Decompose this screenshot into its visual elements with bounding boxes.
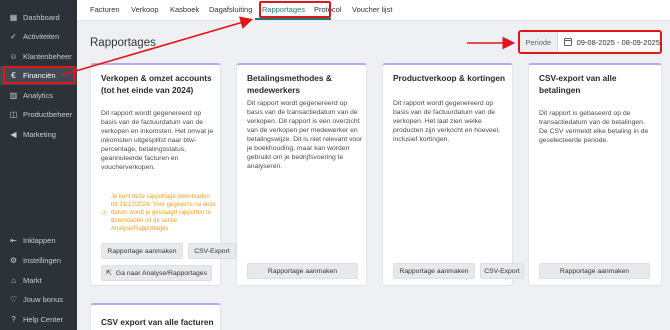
create-report-button[interactable]: Rapportage aanmaken [539, 263, 650, 279]
external-link-icon: ⇱ [106, 270, 112, 277]
card-description: Dit rapport wordt gegenereerd op basis v… [247, 100, 363, 170]
calendar-icon [563, 38, 572, 46]
grid-icon: ▦ [9, 13, 18, 22]
sidebar-item-label: Markt [23, 276, 42, 285]
sidebar-item-label: Dashboard [23, 13, 60, 22]
sidebar-item-label: Productbeheer [23, 110, 73, 119]
user-icon: ☺ [9, 52, 18, 61]
gear-icon: ⚙ [9, 256, 18, 265]
heart-icon: ♡ [9, 295, 18, 304]
card-title: CSV-export van alle betalingen [539, 73, 617, 95]
tab-kasboek[interactable]: Kasboek [170, 0, 199, 20]
sidebar-item-label: Instellingen [23, 256, 61, 265]
sidebar-item-marketing[interactable]: ◀ Marketing [0, 125, 77, 144]
period-value-display[interactable]: 09-08-2025 - 08-09-2025 [558, 38, 660, 47]
card-title: CSV export van alle facturen [101, 317, 214, 327]
csv-export-button[interactable]: CSV-Export [188, 243, 236, 259]
csv-export-button[interactable]: CSV-Export [480, 263, 524, 279]
sidebar-item-financien[interactable]: € Financiën [0, 66, 77, 85]
sidebar-item-label: Jouw bonus [23, 295, 64, 304]
sidebar-item-label: Help Center [23, 315, 64, 324]
sidebar-item-inklappen[interactable]: ⇤ Inklappen [0, 231, 77, 250]
tab-verkoop[interactable]: Verkoop [131, 0, 159, 20]
sidebar-item-label: Financiën [23, 71, 56, 80]
report-card-csv-betalingen: CSV-export van alle betalingen Dit rappo… [528, 63, 662, 286]
card-title: Betalingsmethodes & medewerkers [247, 73, 332, 95]
sidebar-item-label: Klantenbeheer [23, 52, 72, 61]
active-tab-indicator [255, 18, 331, 20]
sidebar-item-markt[interactable]: ⌂ Markt [0, 271, 77, 290]
report-card-betalingsmethodes: Betalingsmethodes & medewerkers Dit rapp… [236, 63, 367, 286]
sidebar-item-klantenbeheer[interactable]: ☺ Klantenbeheer [0, 47, 77, 66]
create-report-button[interactable]: Rapportage aanmaken [101, 243, 183, 259]
card-warning: Je kunt deze rapportage downloaden tot 3… [111, 194, 216, 232]
annotation-highlight-rapportages [259, 1, 331, 18]
euro-icon: € [11, 71, 16, 80]
create-report-button[interactable]: Rapportage aanmaken [393, 263, 475, 279]
sidebar-item-label: Inklappen [23, 236, 56, 245]
report-card-productverkoop: Productverkoop & kortingen Dit rapport w… [382, 63, 524, 286]
sidebar-item-help-center[interactable]: ? Help Center [0, 310, 77, 329]
sidebar-item-productbeheer[interactable]: ◫ Productbeheer [0, 105, 77, 124]
sidebar: ▦ Dashboard ✓ Activiteiten ☺ Klantenbehe… [0, 0, 77, 330]
megaphone-icon: ◀ [10, 130, 17, 139]
sidebar-item-dashboard[interactable]: ▦ Dashboard [0, 8, 77, 27]
go-to-analytics-button[interactable]: ⇱ Ga naar Analyse/Rapportages [101, 265, 212, 281]
period-label: Periode [520, 32, 558, 52]
chart-icon: ▥ [9, 91, 18, 100]
sidebar-item-label: Activiteiten [23, 32, 60, 41]
activity-icon: ✓ [10, 32, 17, 41]
report-card-verkopen-omzet: Verkopen & omzet accounts (tot het einde… [90, 63, 236, 286]
create-report-button[interactable]: Rapportage aanmaken [247, 263, 358, 279]
shop-icon: ⌂ [11, 276, 16, 285]
collapse-icon: ⇤ [10, 236, 17, 245]
button-label: Ga naar Analyse/Rapportages [115, 269, 207, 277]
tab-voucher-lijst[interactable]: Voucher lijst [352, 0, 392, 20]
help-icon: ? [11, 315, 16, 324]
tab-bar: Facturen Verkoop Kasboek Dagafsluiting R… [77, 0, 670, 21]
box-icon: ◫ [9, 110, 18, 119]
page-title: Rapportages [90, 37, 156, 49]
sidebar-item-instellingen[interactable]: ⚙ Instellingen [0, 251, 77, 270]
tab-facturen[interactable]: Facturen [90, 0, 120, 20]
sidebar-item-label: Analytics [23, 91, 54, 100]
sidebar-item-label: Marketing [23, 130, 56, 139]
card-title: Verkopen & omzet accounts (tot het einde… [101, 73, 212, 95]
report-card-csv-facturen: CSV export van alle facturen [90, 303, 221, 330]
sidebar-item-analytics[interactable]: ▥ Analytics [0, 86, 77, 105]
card-title: Productverkoop & kortingen [393, 73, 506, 83]
period-selector[interactable]: Periode 09-08-2025 - 08-09-2025 [518, 30, 662, 54]
card-description: Dit rapport is gebaseerd op de transacti… [539, 110, 649, 144]
card-description: Dit rapport wordt gegenereerd op basis v… [393, 100, 500, 143]
tab-dagafsluiting[interactable]: Dagafsluiting [209, 0, 252, 20]
period-value: 09-08-2025 - 08-09-2025 [576, 37, 660, 47]
card-description: Dit rapport wordt gegenereerd op basis v… [101, 110, 214, 171]
sidebar-item-activiteiten[interactable]: ✓ Activiteiten [0, 27, 77, 46]
sidebar-item-jouw-bonus[interactable]: ♡ Jouw bonus [0, 290, 77, 309]
warning-icon: ⚠ [101, 210, 108, 217]
